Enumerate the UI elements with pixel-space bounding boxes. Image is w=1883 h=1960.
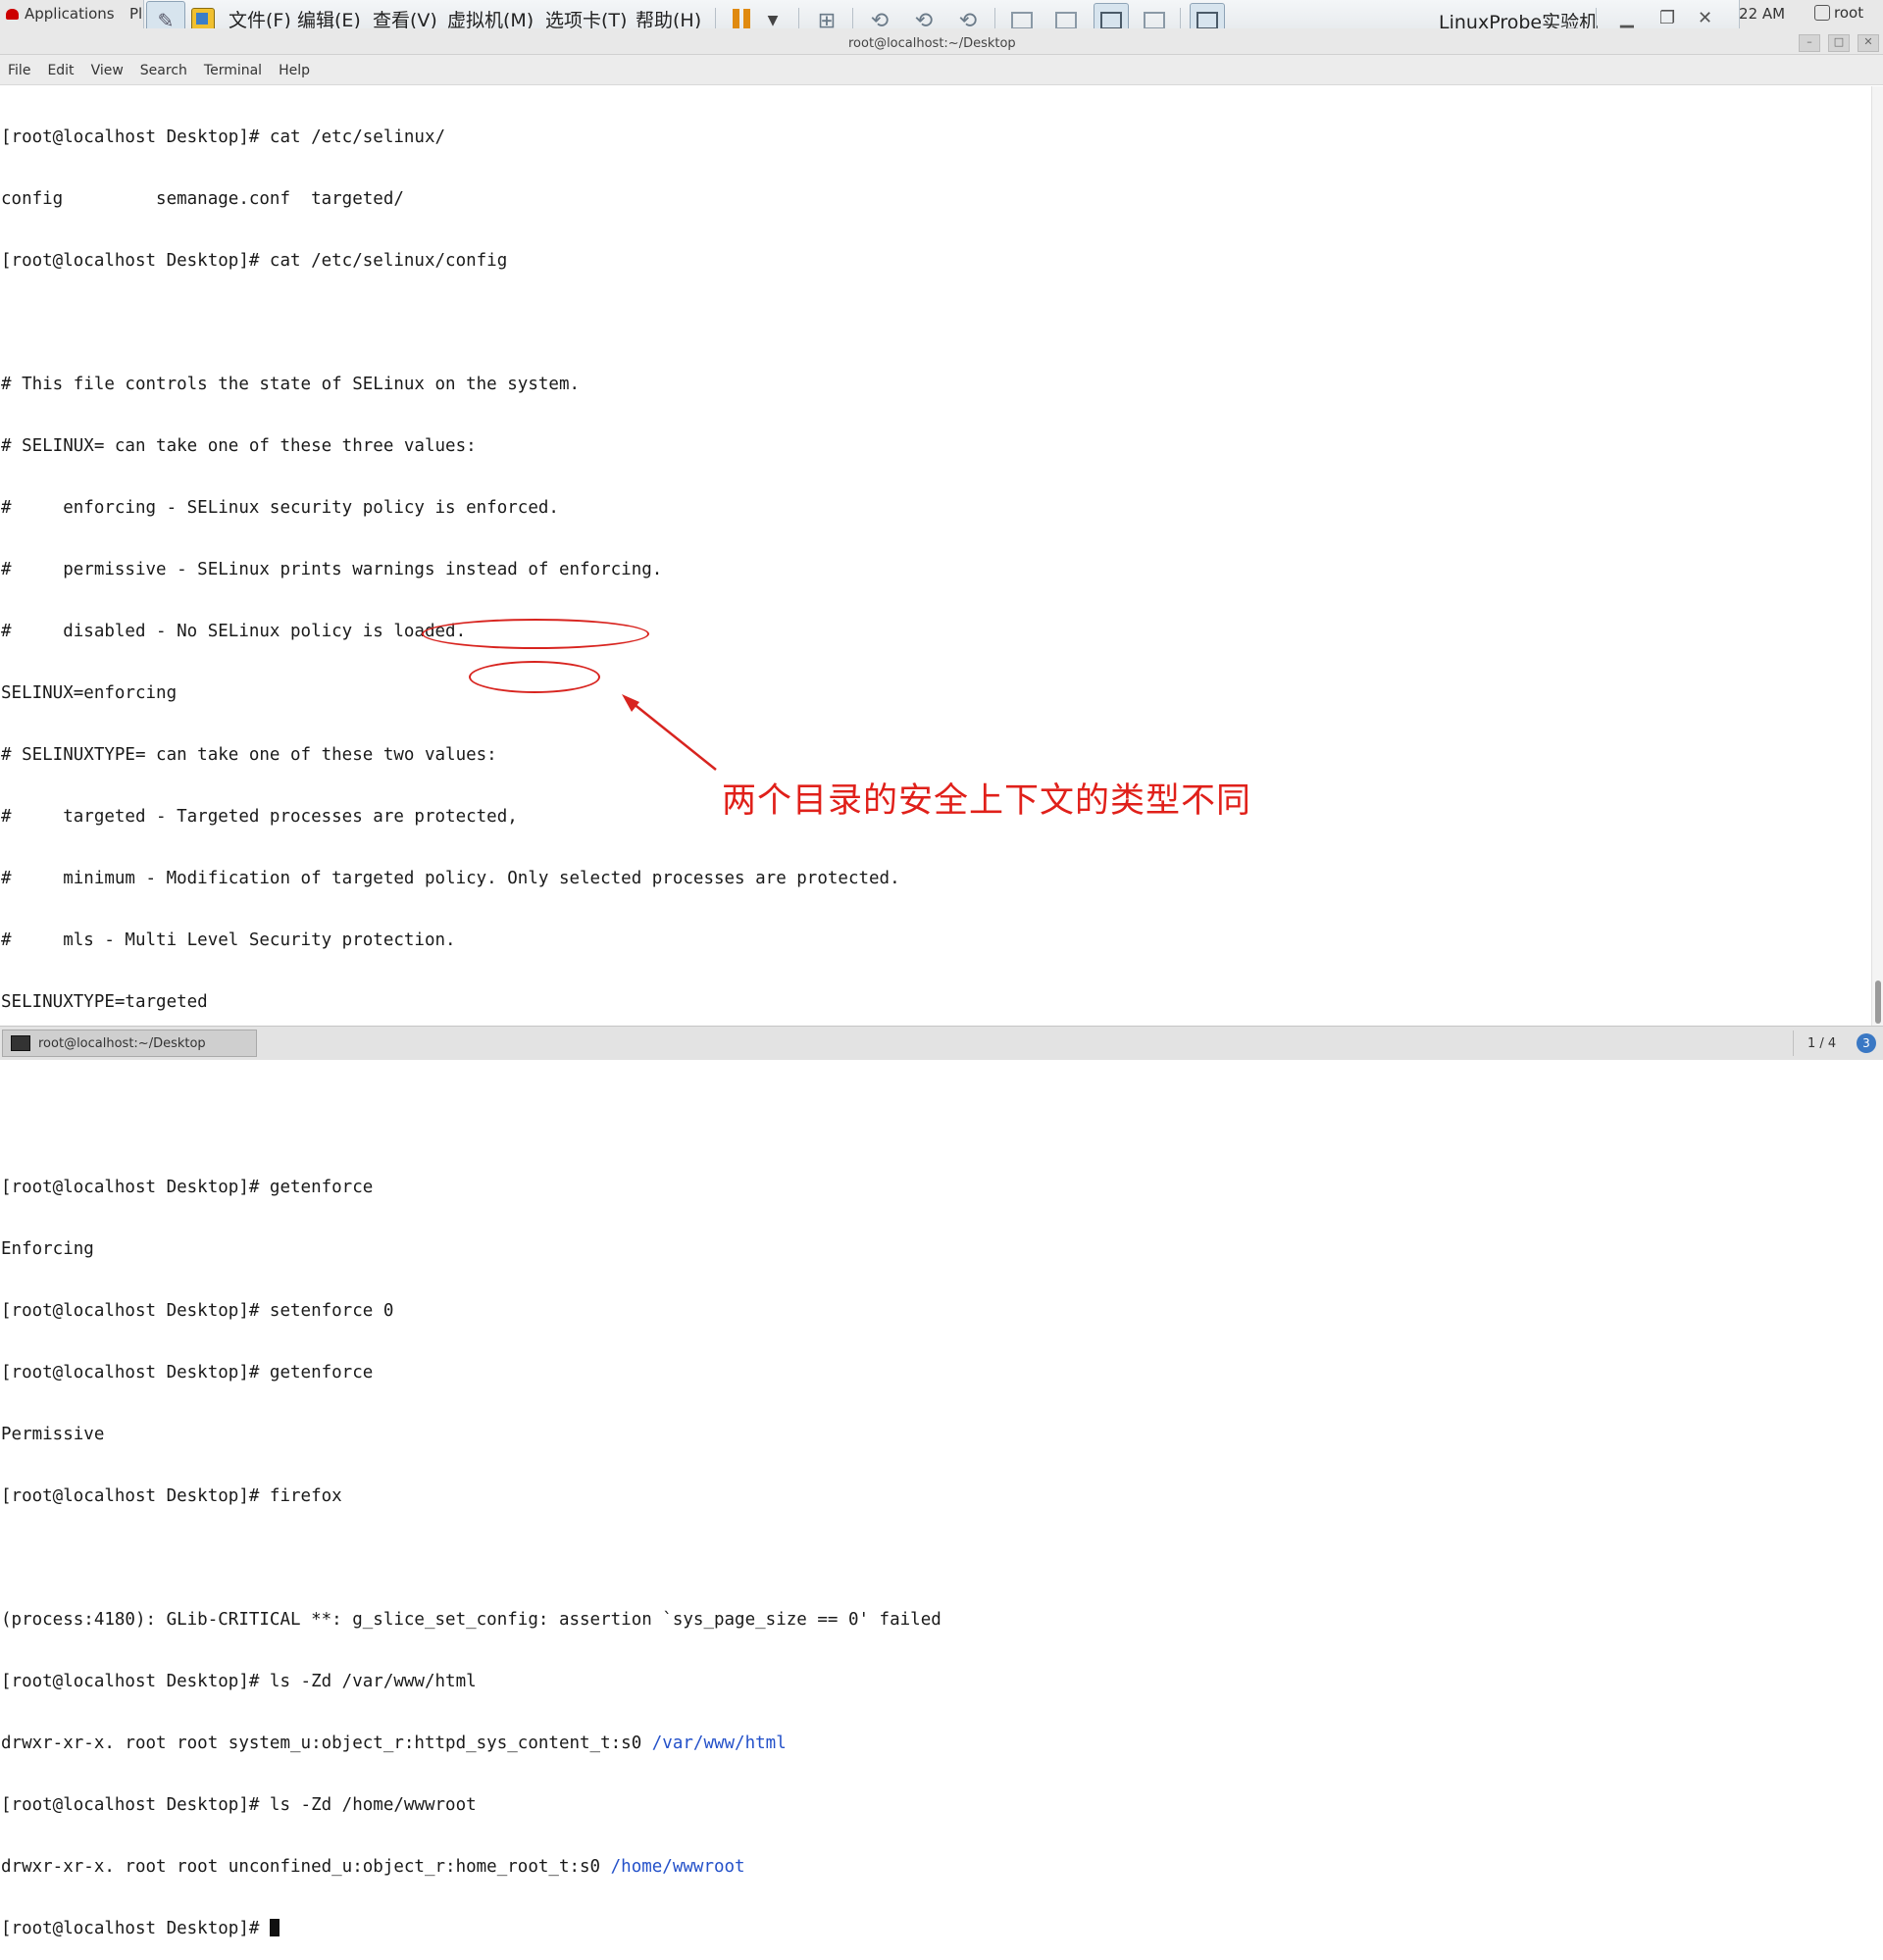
taskbar-terminal-button[interactable]: root@localhost:~/Desktop: [2, 1030, 257, 1057]
terminal-line: Enforcing: [1, 1239, 94, 1259]
terminal-line: [root@localhost Desktop]# getenforce: [1, 1363, 374, 1382]
directory-path: /var/www/html: [651, 1734, 787, 1753]
taskbar-task-label: root@localhost:~/Desktop: [38, 1035, 206, 1051]
ls-output-wwwroot: drwxr-xr-x. root root unconfined_u:objec…: [1, 1857, 1864, 1878]
workspace-pager-label: 1 / 4: [1807, 1036, 1837, 1051]
text-cursor: [269, 1919, 280, 1936]
terminal-line: (process:4180): GLib-CRITICAL **: g_slic…: [1, 1610, 942, 1630]
annotation-note: 两个目录的安全上下文的类型不同: [722, 781, 1252, 821]
notification-badge[interactable]: 3: [1857, 1033, 1876, 1053]
bottom-taskbar: root@localhost:~/Desktop 1 / 4 3: [0, 1026, 1883, 1060]
terminal-line: [root@localhost Desktop]# ls -Zd /home/w…: [1, 1795, 477, 1815]
terminal-line: [root@localhost Desktop]# firefox: [1, 1486, 342, 1506]
terminal-icon: [11, 1035, 30, 1051]
terminal-line: [root@localhost Desktop]# getenforce: [1, 1178, 374, 1197]
ls-output-prefix: drwxr-xr-x. root root unconfined_u:objec…: [1, 1857, 611, 1877]
terminal-line: [root@localhost Desktop]# setenforce 0: [1, 1301, 394, 1321]
terminal-line: [root@localhost Desktop]# ls -Zd /var/ww…: [1, 1672, 477, 1691]
prompt: [root@localhost Desktop]#: [1, 1919, 270, 1938]
directory-path: /home/wwwroot: [610, 1857, 745, 1877]
ls-output-html: drwxr-xr-x. root root system_u:object_r:…: [1, 1734, 1864, 1754]
ls-output-prefix: drwxr-xr-x. root root system_u:object_r:…: [1, 1734, 652, 1753]
terminal-line: Permissive: [1, 1425, 105, 1444]
prompt-line: [root@localhost Desktop]#: [1, 1919, 1864, 1939]
annotation-arrow: [622, 694, 717, 771]
